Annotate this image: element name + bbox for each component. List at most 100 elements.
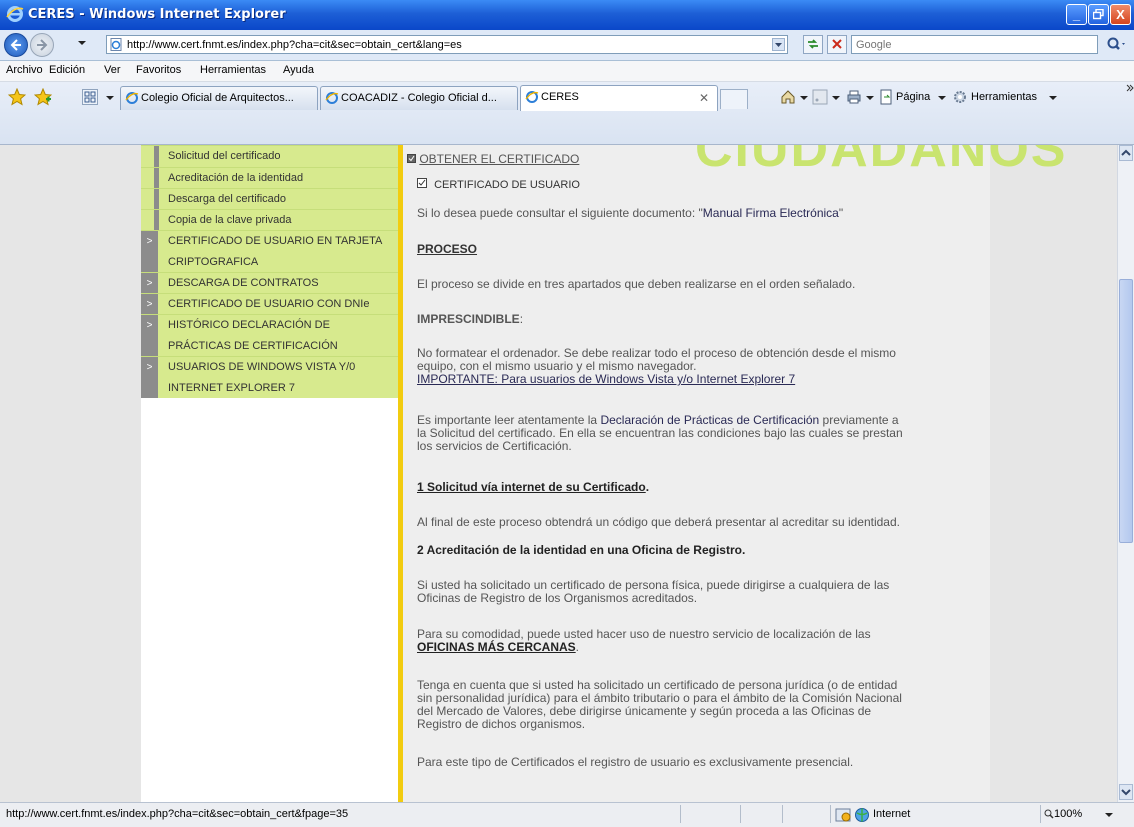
close-button[interactable]: X (1110, 4, 1131, 25)
sidebar-item-acreditacion[interactable]: Acreditación de la identidad (141, 167, 398, 188)
menu-herramientas[interactable]: Herramientas (200, 64, 266, 76)
sidebar-item-label: Copia de la clave privada (168, 214, 292, 226)
sidebar-item-tarjeta[interactable]: > CERTIFICADO DE USUARIO EN TARJETA CRIP… (141, 230, 398, 272)
sidebar-item-label: Solicitud del certificado (168, 150, 281, 162)
home-dropdown[interactable] (800, 96, 808, 100)
checkbox-icon (417, 178, 427, 188)
menu-ver[interactable]: Ver (104, 64, 121, 76)
chevron-down-icon (1121, 789, 1131, 796)
search-button[interactable] (1104, 35, 1126, 54)
consult-suffix: " (838, 206, 844, 220)
tab-list-dropdown[interactable] (106, 96, 114, 100)
status-separator (782, 805, 783, 823)
globe-icon (855, 808, 869, 822)
juridica-line-4: Registro de dichos organismos. (417, 717, 586, 731)
section-heading[interactable]: OBTENER EL CERTIFICADO (407, 153, 972, 166)
gear-icon[interactable] (952, 89, 968, 105)
home-icon[interactable] (780, 89, 796, 105)
sidebar-item-historico[interactable]: > HISTÓRICO DECLARACIÓN DE PRÁCTICAS DE … (141, 314, 398, 356)
scroll-thumb[interactable] (1119, 279, 1133, 543)
status-url: http://www.cert.fnmt.es/index.php?cha=ci… (6, 808, 349, 820)
print-icon[interactable] (846, 89, 862, 105)
stop-icon (832, 39, 842, 49)
sidebar-item-label: HISTÓRICO DECLARACIÓN DE PRÁCTICAS DE CE… (168, 319, 338, 352)
menu-bar: Archivo Edición Ver Favoritos Herramient… (0, 61, 1134, 82)
sidebar-item-copia-clave[interactable]: Copia de la clave privada (141, 209, 398, 230)
chevron-down-icon (775, 43, 782, 47)
stop-button[interactable] (827, 35, 847, 54)
close-tab-icon[interactable]: ✕ (699, 91, 709, 105)
arrow-right-icon (37, 39, 48, 51)
feeds-dropdown[interactable] (832, 96, 840, 100)
page-viewport: Solicitud del certificado Acreditación d… (0, 145, 1117, 802)
quick-tabs-button[interactable] (82, 89, 98, 105)
status-bar: http://www.cert.fnmt.es/index.php?cha=ci… (0, 802, 1134, 827)
status-separator (740, 805, 741, 823)
importante-link[interactable]: IMPORTANTE: Para usuarios de Windows Vis… (417, 373, 982, 386)
add-favorite-icon[interactable] (34, 88, 52, 106)
feeds-icon[interactable] (812, 89, 828, 105)
protected-mode-icon[interactable] (835, 807, 851, 823)
menu-archivo[interactable]: Archivo (6, 64, 43, 76)
search-icon (1107, 37, 1125, 50)
page-icon (110, 38, 122, 51)
search-input[interactable] (856, 37, 1086, 53)
oficinas-cercanas-link[interactable]: OFICINAS MÁS CERCANAS (417, 640, 576, 654)
back-button[interactable] (4, 33, 28, 57)
checkbox-icon (407, 154, 416, 163)
refresh-button[interactable] (803, 35, 823, 54)
proceso-heading: PROCESO (417, 242, 478, 256)
tab-coacadiz[interactable]: COACADIZ - Colegio Oficial d... (320, 86, 518, 110)
maximize-button[interactable] (1088, 4, 1109, 25)
tools-menu-button[interactable]: Herramientas (971, 91, 1037, 103)
favorites-star-icon[interactable] (8, 88, 26, 106)
tab-ceres[interactable]: CERES ✕ (520, 85, 718, 111)
search-box[interactable] (851, 35, 1098, 54)
address-field[interactable] (106, 35, 788, 54)
address-dropdown-button[interactable] (772, 38, 785, 51)
menu-edicion[interactable]: Edición (49, 64, 85, 76)
zoom-icon (1044, 809, 1054, 819)
tools-dropdown[interactable] (1049, 96, 1057, 100)
sidebar-item-vista[interactable]: > USUARIOS DE WINDOWS VISTA Y/0 INTERNET… (141, 356, 398, 398)
zoom-level[interactable]: 100% (1054, 808, 1082, 820)
manual-firma-link[interactable]: Manual Firma Electrónica (703, 206, 839, 220)
fisica-line-2: Oficinas de Registro de los Organismos a… (417, 591, 698, 605)
ie-page-icon (125, 92, 139, 104)
ie-logo-icon (6, 6, 24, 22)
page-menu-button[interactable]: Página (896, 91, 930, 103)
presencial-text: Para este tipo de Certificados el regist… (417, 755, 854, 769)
sidebar-item-dnie[interactable]: > CERTIFICADO DE USUARIO CON DNIe (141, 293, 398, 314)
tab-colegio-arquitectos[interactable]: Colegio Oficial de Arquitectos... (120, 86, 318, 110)
security-zone: Internet (873, 808, 911, 820)
section-title: OBTENER EL CERTIFICADO (419, 152, 580, 166)
page-menu-icon[interactable] (878, 89, 894, 105)
window-title: CERES - Windows Internet Explorer (28, 7, 286, 22)
scroll-up-button[interactable] (1119, 145, 1133, 161)
menu-favoritos[interactable]: Favoritos (136, 64, 181, 76)
url-input[interactable] (127, 36, 747, 53)
grid-icon (84, 91, 96, 103)
forward-button[interactable] (30, 33, 54, 57)
sidebar-item-solicitud[interactable]: Solicitud del certificado (141, 145, 398, 167)
consult-prefix: Si lo desea puede consultar el siguiente… (417, 206, 703, 220)
step1-dot: . (645, 480, 650, 494)
print-dropdown[interactable] (866, 96, 874, 100)
vertical-scrollbar[interactable] (1117, 145, 1134, 802)
page-dropdown[interactable] (938, 96, 946, 100)
new-tab-button[interactable] (720, 89, 748, 109)
sidebar-marker (154, 210, 159, 230)
sidebar-marker (154, 146, 159, 167)
scroll-down-button[interactable] (1119, 784, 1133, 800)
chevron-right-icon[interactable] (1126, 84, 1134, 92)
address-bar (0, 30, 1134, 61)
sidebar-item-descarga[interactable]: Descarga del certificado (141, 188, 398, 209)
zoom-dropdown[interactable] (1105, 813, 1113, 817)
sidebar-item-contratos[interactable]: > DESCARGA DE CONTRATOS (141, 272, 398, 293)
step1-link[interactable]: 1 Solicitud vía internet de su Certifica… (417, 480, 646, 494)
menu-ayuda[interactable]: Ayuda (283, 64, 314, 76)
oficinas-line: OFICINAS MÁS CERCANAS. (417, 641, 982, 654)
minimize-button[interactable]: _ (1066, 4, 1087, 25)
recent-pages-dropdown[interactable] (78, 41, 86, 45)
declaracion-practicas-link[interactable]: Declaración de Prácticas de Certificació… (600, 413, 819, 427)
